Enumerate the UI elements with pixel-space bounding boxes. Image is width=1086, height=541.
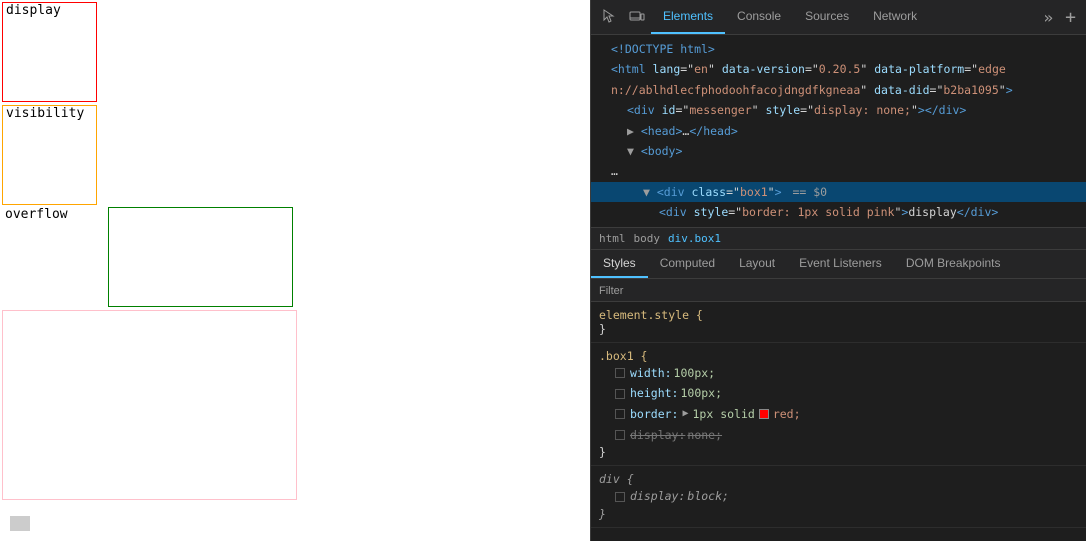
css-prop-height: height: 100px; (599, 383, 1078, 404)
display-box: display (2, 2, 97, 102)
border-expand-icon[interactable]: ▶ (682, 405, 688, 423)
dom-line-head[interactable]: ▶ <head>…</head> (591, 121, 1086, 141)
dom-line-html: <html lang="en" data-version="0.20.5" da… (591, 59, 1086, 79)
filter-bar: Filter (591, 279, 1086, 302)
breadcrumb-box1[interactable]: div.box1 (668, 232, 721, 245)
pink-box (2, 310, 297, 500)
dom-line-messenger: <div id="messenger" style="display: none… (591, 100, 1086, 120)
dom-line-doctype: <!DOCTYPE html> (591, 39, 1086, 59)
width-checkbox[interactable] (615, 368, 625, 378)
css-rule-element-style: element.style { } (591, 302, 1086, 343)
dom-line-dots: … (591, 161, 1086, 181)
tab-elements[interactable]: Elements (651, 0, 725, 34)
preview-panel: display visibility overflow (0, 0, 590, 541)
css-selector-element-style: element.style { (599, 308, 1078, 322)
height-checkbox[interactable] (615, 389, 625, 399)
visibility-box: visibility (2, 105, 97, 205)
devtools-tabs: Elements Console Sources Network (651, 0, 1038, 34)
scrollbar-indicator[interactable] (10, 516, 30, 531)
inspect-icon[interactable] (595, 3, 623, 31)
div-display-checkbox[interactable] (615, 492, 625, 502)
css-rule-close-box1: } (599, 445, 1078, 459)
dom-tree: <!DOCTYPE html> <html lang="en" data-ver… (591, 35, 1086, 228)
css-selector-box1: .box1 { (599, 349, 1078, 363)
css-prop-display-none: display: none; (599, 425, 1078, 446)
panel-tab-layout[interactable]: Layout (727, 250, 787, 278)
more-tabs-icon[interactable]: » (1038, 8, 1060, 27)
css-selector-div: div { (599, 472, 1078, 486)
breadcrumb-html[interactable]: html (599, 232, 626, 245)
overflow-label: overflow (2, 205, 71, 224)
overflow-label-area: overflow (2, 207, 107, 307)
display-checkbox[interactable] (615, 430, 625, 440)
panel-tab-styles[interactable]: Styles (591, 250, 648, 278)
tab-console[interactable]: Console (725, 0, 793, 34)
device-icon[interactable] (623, 3, 651, 31)
dom-line-body[interactable]: ▼ <body> (591, 141, 1086, 161)
panel-tab-event-listeners[interactable]: Event Listeners (787, 250, 894, 278)
dom-line-inner-div[interactable]: <div style="border: 1px solid pink">disp… (591, 202, 1086, 222)
breadcrumb-body[interactable]: body (634, 232, 661, 245)
panel-tab-computed[interactable]: Computed (648, 250, 727, 278)
css-prop-div-display: display: block; (599, 486, 1078, 507)
css-rule-close-1: } (599, 322, 1078, 336)
overflow-box (108, 207, 293, 307)
display-label: display (3, 1, 64, 20)
visibility-label: visibility (3, 104, 87, 123)
tab-sources[interactable]: Sources (793, 0, 861, 34)
dom-line-html-cont: n://ablhdlecfphodoohfacojdngdfkgneaa" da… (591, 80, 1086, 100)
css-rule-close-div: } (599, 507, 1078, 521)
add-tab-icon[interactable]: + (1059, 7, 1082, 28)
panel-tabs: Styles Computed Layout Event Listeners D… (591, 250, 1086, 279)
color-swatch-red[interactable] (759, 409, 769, 419)
css-rule-box1: .box1 { width: 100px; height: 100px; bor… (591, 343, 1086, 467)
border-checkbox[interactable] (615, 409, 625, 419)
filter-label: Filter (599, 285, 623, 297)
devtools-toolbar: Elements Console Sources Network » + (591, 0, 1086, 35)
tab-network[interactable]: Network (861, 0, 929, 34)
styles-panel: Filter element.style { } .box1 { width: … (591, 279, 1086, 541)
panel-tab-dom-breakpoints[interactable]: DOM Breakpoints (894, 250, 1013, 278)
css-prop-border: border: ▶ 1px solid red; (599, 404, 1078, 425)
dom-line-box1[interactable]: ▼ <div class="box1"> == $0 (591, 182, 1086, 202)
css-rule-div: div { display: block; } (591, 466, 1086, 528)
breadcrumb: html body div.box1 (591, 228, 1086, 250)
css-prop-width: width: 100px; (599, 363, 1078, 384)
devtools-panel: Elements Console Sources Network » + <!D… (590, 0, 1086, 541)
